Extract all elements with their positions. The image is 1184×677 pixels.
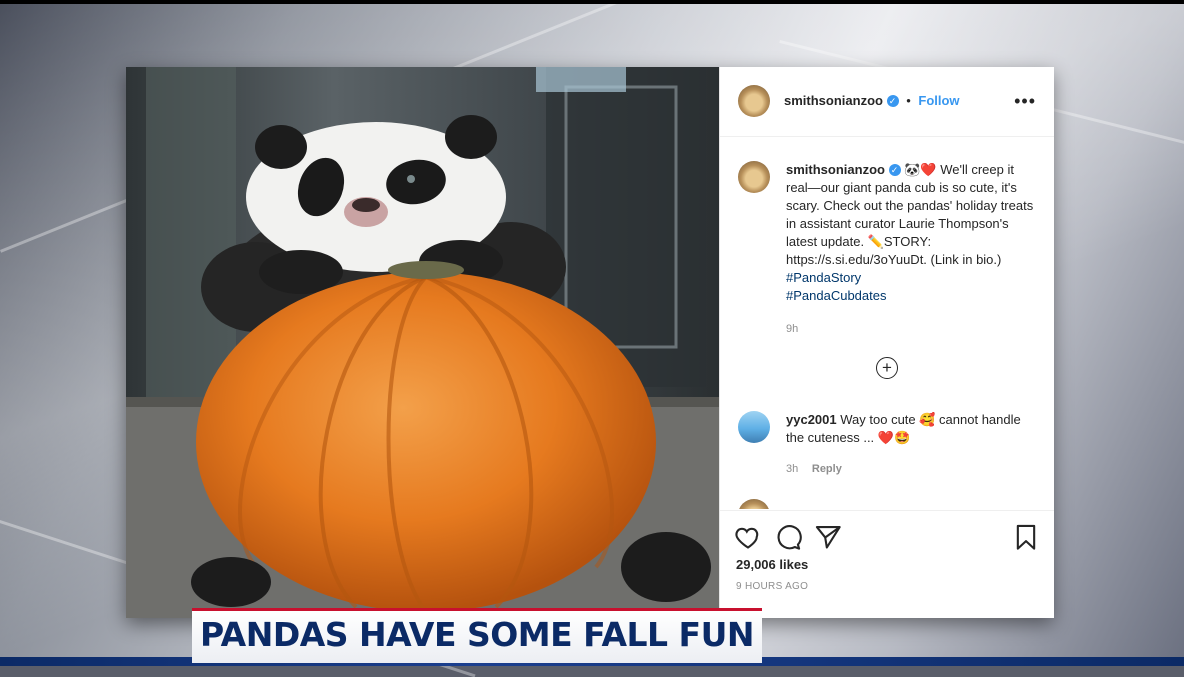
post-timestamp: 9 HOURS AGO <box>736 581 809 592</box>
post-header: smithsonianzoo ✓ • Follow ••• <box>720 67 1054 137</box>
caption-time: 9h <box>786 323 799 335</box>
top-letterbox-bar <box>0 0 1184 4</box>
like-count[interactable]: 29,006 likes <box>736 557 808 572</box>
caption-avatar[interactable] <box>738 161 770 193</box>
share-icon[interactable] <box>814 523 842 551</box>
partial-comment-avatar <box>738 499 770 509</box>
caption-link-note: (Link in bio.) <box>930 252 1002 267</box>
partial-comment-row <box>720 497 1054 509</box>
account-avatar[interactable] <box>738 85 770 117</box>
caption-emoji: 🐼❤️ <box>904 162 937 177</box>
more-options-icon[interactable]: ••• <box>1014 91 1036 112</box>
comment-icon[interactable] <box>774 523 802 551</box>
header-username[interactable]: smithsonianzoo <box>784 93 883 108</box>
post-actions: 29,006 likes 9 HOURS AGO <box>720 510 1054 619</box>
instagram-post-card: smithsonianzoo ✓ • Follow ••• smithsonia… <box>126 67 1054 618</box>
comment-username[interactable]: yyc2001 <box>786 412 837 427</box>
header-account-line: smithsonianzoo ✓ • Follow <box>784 93 960 108</box>
load-more-comments-icon[interactable]: + <box>876 357 898 379</box>
commenter-avatar[interactable] <box>738 411 770 443</box>
chyron-headline: PANDAS HAVE SOME FALL FUN <box>200 615 754 654</box>
news-chyron: PANDAS HAVE SOME FALL FUN <box>192 608 762 663</box>
heart-icon[interactable] <box>734 523 762 551</box>
comment-time: 3h <box>786 463 799 475</box>
hashtag-pandacubdates[interactable]: #PandaCubdates <box>786 288 886 303</box>
header-separator: • <box>906 93 911 108</box>
post-photo <box>126 67 719 618</box>
verified-badge-icon: ✓ <box>888 164 901 176</box>
caption-username[interactable]: smithsonianzoo <box>786 162 885 177</box>
bookmark-icon[interactable] <box>1012 523 1040 551</box>
reply-button[interactable]: Reply <box>812 463 842 475</box>
panda-pumpkin-image <box>126 67 719 618</box>
follow-button[interactable]: Follow <box>918 93 959 108</box>
post-caption: smithsonianzoo ✓ 🐼❤️ We'll creep it real… <box>786 161 1036 338</box>
verified-badge-icon: ✓ <box>886 95 899 107</box>
comment-item: yyc2001 Way too cute 🥰 cannot handle the… <box>786 411 1036 478</box>
hashtag-pandastory[interactable]: #PandaStory <box>786 270 861 285</box>
post-sidebar: smithsonianzoo ✓ • Follow ••• smithsonia… <box>719 67 1054 618</box>
